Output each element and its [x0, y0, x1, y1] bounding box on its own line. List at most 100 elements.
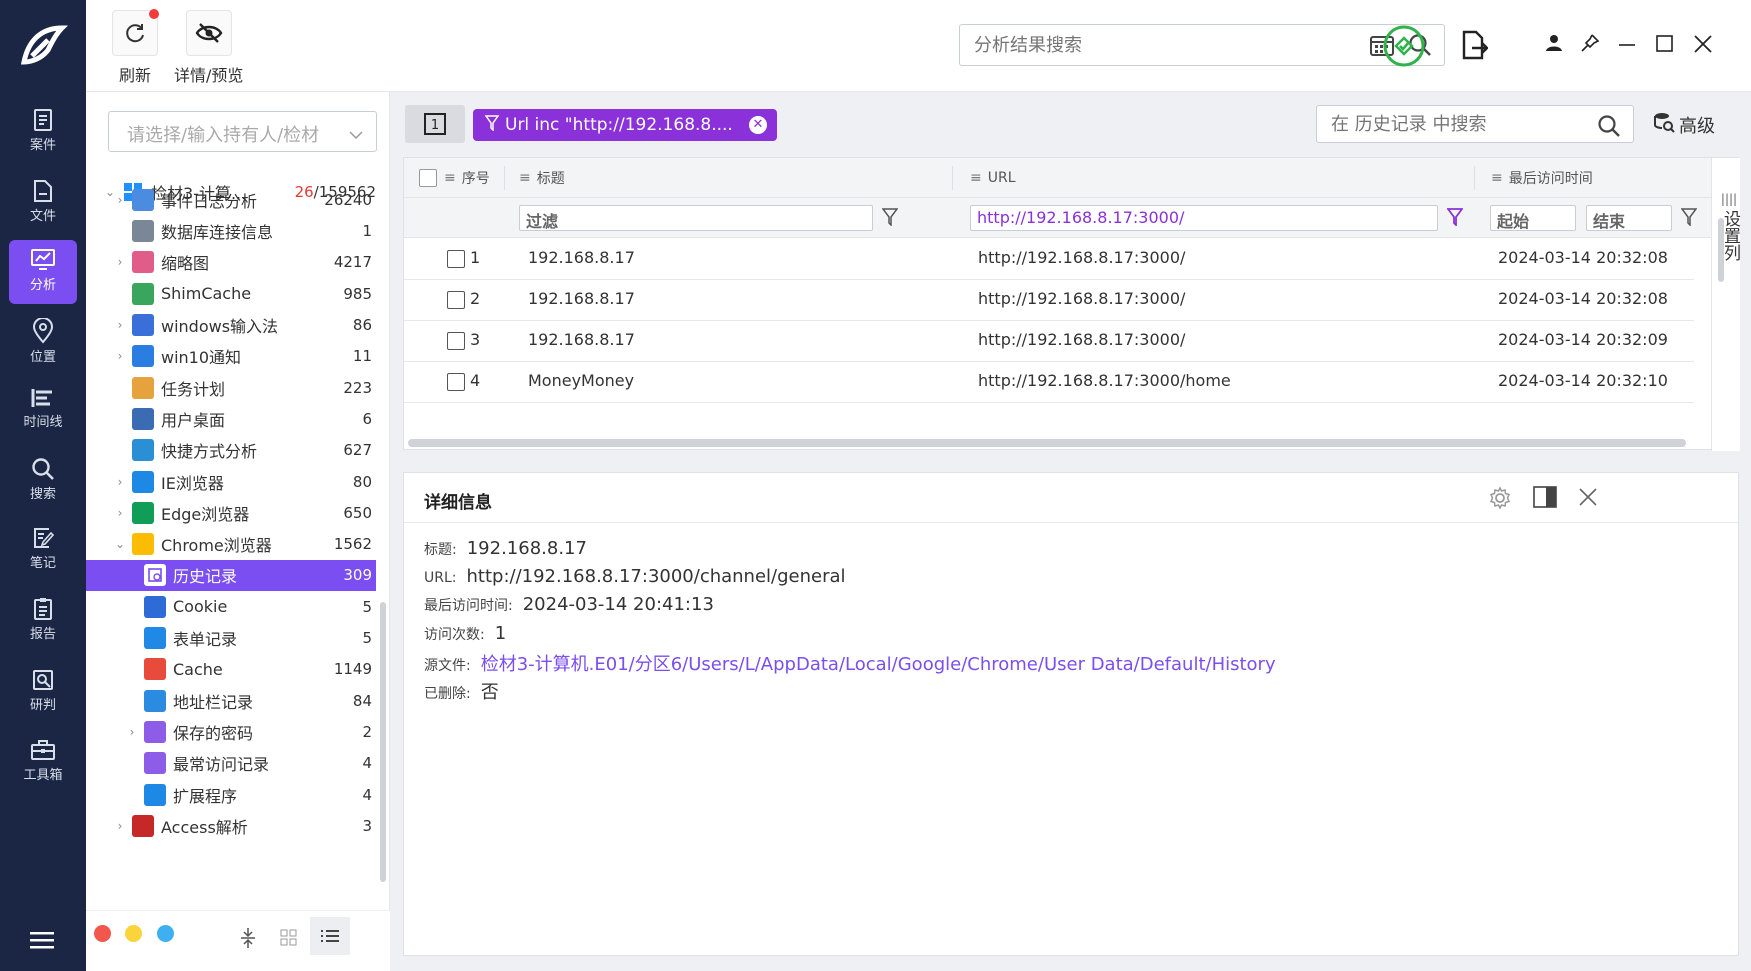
- tree-item[interactable]: 扩展程序 4: [86, 779, 376, 810]
- rail-item-timeline[interactable]: 时间线: [9, 379, 77, 443]
- funnel-icon[interactable]: [1680, 208, 1698, 230]
- column-header-title[interactable]: ≡ 标题: [519, 158, 565, 198]
- yellow-dot-icon[interactable]: [125, 925, 142, 942]
- tree-item[interactable]: › Access解析 3: [86, 810, 376, 841]
- set-columns-button[interactable]: |||| 设置列: [1719, 188, 1740, 261]
- rail-item-label: 时间线: [23, 415, 63, 430]
- user-icon[interactable]: [1545, 34, 1563, 56]
- tree-item-label: windows输入法: [161, 317, 279, 336]
- column-header-last-visit[interactable]: ≡ 最后访问时间: [1491, 158, 1593, 198]
- detail-panel: 详细信息 标题: 192.168.8.17 URL: http://192.168.8…: [403, 472, 1740, 956]
- rail-item-report[interactable]: 报告: [9, 589, 77, 653]
- column-header-url[interactable]: ≡ URL: [970, 158, 1016, 198]
- minimize-icon[interactable]: [1618, 36, 1636, 54]
- rail-item-location[interactable]: 位置: [9, 310, 77, 374]
- preview-button[interactable]: 详情/预览: [174, 10, 243, 86]
- tree-item[interactable]: 表单记录 5: [86, 623, 376, 654]
- rail-item-judge[interactable]: 研判: [9, 660, 77, 724]
- search-icon[interactable]: [1597, 114, 1621, 142]
- rail-item-toolbox[interactable]: 工具箱: [9, 730, 77, 794]
- list-view-icon[interactable]: [310, 917, 350, 955]
- title-filter-input[interactable]: 过滤: [519, 205, 873, 231]
- result-search-input[interactable]: [960, 25, 1340, 65]
- end-time-input[interactable]: 结束: [1586, 205, 1672, 231]
- history-search-input[interactable]: [1317, 106, 1577, 142]
- table-horizontal-scrollbar[interactable]: [408, 439, 1686, 447]
- tree-item[interactable]: Cookie 5: [86, 591, 376, 622]
- tree-item[interactable]: 数据库连接信息 1: [86, 216, 376, 247]
- tree-item[interactable]: Cache 1149: [86, 654, 376, 685]
- row-checkbox[interactable]: [447, 250, 465, 268]
- history-search-box[interactable]: [1316, 105, 1634, 143]
- expand-arrow-icon[interactable]: ›: [112, 475, 128, 489]
- row-checkbox[interactable]: [447, 332, 465, 350]
- tree-item[interactable]: 用户桌面 6: [86, 403, 376, 434]
- expand-arrow-icon[interactable]: ›: [112, 318, 128, 332]
- close-detail-icon[interactable]: [1578, 487, 1598, 511]
- row-checkbox[interactable]: [447, 373, 465, 391]
- expand-arrow-icon[interactable]: ›: [112, 819, 128, 833]
- start-time-input[interactable]: 起始: [1490, 205, 1576, 231]
- expand-arrow-icon[interactable]: ›: [124, 725, 140, 739]
- table-filter-row: 过滤 http://192.168.8.17:3000/ 起始 结束: [404, 198, 1711, 238]
- tree-scrollbar[interactable]: [380, 602, 386, 882]
- row-seq: 4: [470, 371, 481, 390]
- tree-item[interactable]: 最常访问记录 4: [86, 748, 376, 779]
- settings-gear-icon[interactable]: [1488, 486, 1512, 514]
- tree-item[interactable]: 快捷方式分析 627: [86, 435, 376, 466]
- funnel-icon[interactable]: [881, 208, 899, 230]
- url-filter-input[interactable]: http://192.168.8.17:3000/: [970, 205, 1438, 231]
- tree-item[interactable]: › IE浏览器 80: [86, 466, 376, 497]
- refresh-button[interactable]: 刷新: [112, 9, 159, 86]
- tree-item[interactable]: › Edge浏览器 650: [86, 497, 376, 528]
- expand-arrow-icon[interactable]: ›: [112, 255, 128, 269]
- expand-arrow-icon[interactable]: ⌄: [112, 537, 128, 551]
- column-header-last-visit-label: 最后访问时间: [1508, 171, 1593, 187]
- source-file-link[interactable]: 检材3-计算机.E01/分区6/Users/L/AppData/Local/Go…: [481, 650, 1276, 676]
- url-filter-chip[interactable]: Url inc "http://192.168.8.... ✕: [473, 109, 777, 141]
- funnel-active-icon[interactable]: [1446, 208, 1464, 230]
- close-icon[interactable]: [1693, 34, 1713, 58]
- rail-item-case[interactable]: 案件: [9, 100, 77, 164]
- tree-item[interactable]: › win10通知 11: [86, 341, 376, 372]
- result-search-box[interactable]: [959, 24, 1445, 66]
- tree-item[interactable]: › windows输入法 86: [86, 310, 376, 341]
- blue-dot-icon[interactable]: [157, 925, 174, 942]
- table-row[interactable]: 4 MoneyMoney http://192.168.8.17:3000/home…: [404, 362, 1694, 403]
- tree-item[interactable]: › 保存的密码 2: [86, 716, 376, 747]
- row-checkbox[interactable]: [447, 291, 465, 309]
- tree-item[interactable]: › 事件日志分析 26240: [86, 184, 376, 215]
- expand-arrow-icon[interactable]: ›: [112, 193, 128, 207]
- red-dot-icon[interactable]: [94, 925, 111, 942]
- owner-select[interactable]: 请选择/输入持有人/检材: [108, 111, 377, 152]
- select-all-checkbox[interactable]: [419, 169, 437, 187]
- split-panel-icon[interactable]: [1533, 486, 1557, 512]
- tree-item[interactable]: › 缩略图 4217: [86, 247, 376, 278]
- expand-arrow-icon[interactable]: ›: [112, 349, 128, 363]
- collapse-all-icon[interactable]: [239, 927, 257, 953]
- pin-icon[interactable]: [1580, 33, 1600, 57]
- page-toggle-button[interactable]: 1: [405, 105, 465, 143]
- column-header-seq[interactable]: ≡ 序号: [444, 158, 490, 198]
- table-row[interactable]: 3 192.168.8.17 http://192.168.8.17:3000/20…: [404, 321, 1694, 362]
- tree-item[interactable]: 任务计划 223: [86, 372, 376, 403]
- expand-arrow-icon[interactable]: ›: [112, 506, 128, 520]
- tree-item[interactable]: ⌄ Chrome浏览器 1562: [86, 529, 376, 560]
- grid-view-icon[interactable]: [280, 929, 298, 951]
- hamburger-menu-icon[interactable]: [30, 930, 54, 954]
- rail-item-file[interactable]: 文件: [9, 171, 77, 235]
- tree-item[interactable]: 历史记录 309: [86, 559, 376, 591]
- verified-shield-icon[interactable]: [1382, 24, 1426, 72]
- eye-off-icon: [185, 10, 232, 56]
- rail-item-note[interactable]: 笔记: [9, 518, 77, 582]
- rail-item-analysis[interactable]: 分析: [9, 240, 77, 304]
- table-row[interactable]: 1 192.168.8.17 http://192.168.8.17:3000/20…: [404, 239, 1694, 280]
- maximize-icon[interactable]: [1656, 35, 1674, 57]
- tree-item[interactable]: 地址栏记录 84: [86, 685, 376, 716]
- export-file-icon[interactable]: [1460, 30, 1489, 64]
- chip-remove-icon[interactable]: ✕: [749, 116, 767, 134]
- tree-item[interactable]: ShimCache 985: [86, 278, 376, 309]
- advanced-search-button[interactable]: 高级: [1653, 111, 1715, 138]
- rail-item-search[interactable]: 搜索: [9, 449, 77, 513]
- table-row[interactable]: 2 192.168.8.17 http://192.168.8.17:3000/20…: [404, 280, 1694, 321]
